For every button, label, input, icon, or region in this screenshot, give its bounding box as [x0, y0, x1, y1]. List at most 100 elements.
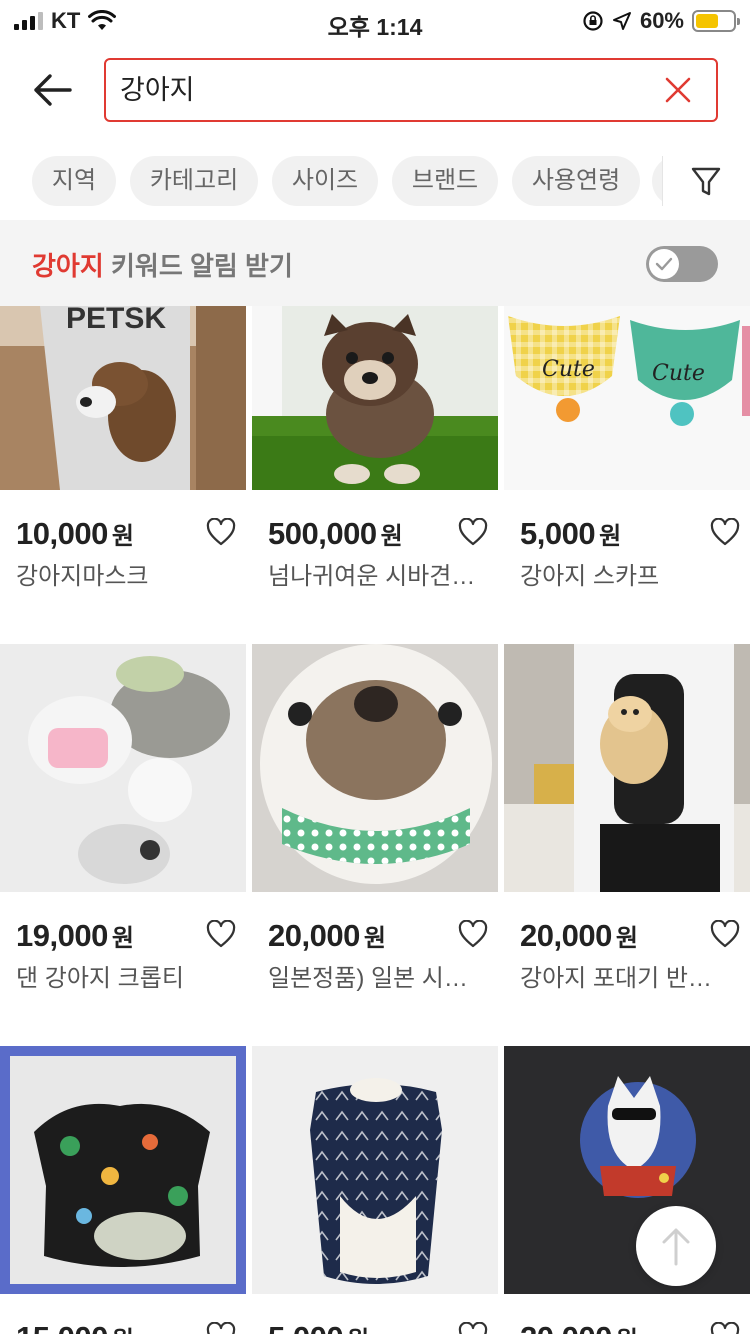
- petsk-logo-text: PETSK: [66, 306, 166, 335]
- price-row: 20,000 원: [268, 918, 386, 954]
- product-image[interactable]: [252, 306, 498, 490]
- price-row: 5,000 원: [268, 1320, 369, 1334]
- arrow-left-icon: [34, 74, 72, 106]
- product-price: 500,000: [268, 516, 377, 551]
- price-unit: 원: [363, 925, 386, 952]
- product-title: 강아지 포대기 반…: [520, 965, 712, 992]
- product-title: 일본정품) 일본 시…: [268, 965, 468, 992]
- scarf-text: Cute: [542, 357, 595, 382]
- product-photo: Cute Cute: [504, 306, 750, 490]
- chip-partial[interactable]: [652, 156, 662, 206]
- toggle-knob: [649, 249, 679, 279]
- heart-icon: [458, 517, 488, 546]
- product-title: 넘나귀여운 시바견…: [268, 563, 476, 590]
- like-button[interactable]: [458, 919, 488, 948]
- like-button[interactable]: [206, 919, 236, 948]
- price-unit: 원: [380, 523, 403, 550]
- product-image[interactable]: [252, 644, 498, 892]
- product-photo: [252, 306, 498, 490]
- price-row: 20,000 원: [520, 918, 638, 954]
- price-unit: 원: [615, 925, 638, 952]
- product-photo: [0, 1046, 246, 1294]
- heart-icon: [710, 1321, 740, 1334]
- price-row: 19,000 원: [16, 918, 134, 954]
- search-input[interactable]: [120, 60, 620, 120]
- product-title: 강아지마스크: [16, 563, 149, 590]
- product-image[interactable]: PETSK: [0, 306, 246, 490]
- chip-size[interactable]: 사이즈: [272, 156, 378, 206]
- heart-icon: [710, 517, 740, 546]
- price-unit: 원: [599, 523, 622, 550]
- product-price: 20,000: [520, 918, 612, 953]
- scarf-text: Cute: [652, 361, 705, 386]
- like-button[interactable]: [206, 1321, 236, 1334]
- chip-brand[interactable]: 브랜드: [392, 156, 498, 206]
- funnel-icon: [691, 167, 721, 196]
- product-title: 강아지 스카프: [520, 563, 660, 590]
- product-image[interactable]: [0, 1046, 246, 1294]
- product-photo: [504, 644, 750, 892]
- like-button[interactable]: [206, 517, 236, 546]
- heart-icon: [458, 1321, 488, 1334]
- price-row: 10,000 원: [16, 516, 134, 552]
- like-button[interactable]: [458, 517, 488, 546]
- filter-divider: [662, 156, 663, 206]
- search-box[interactable]: [104, 58, 718, 122]
- filter-chips: 지역 카테고리 사이즈 브랜드 사용연령: [0, 156, 662, 206]
- rotation-lock-icon: [583, 11, 603, 31]
- battery-percent: 60%: [639, 8, 684, 33]
- price-unit: 원: [616, 1320, 638, 1334]
- close-icon: [665, 77, 691, 103]
- price-row: 5,000 원: [520, 516, 621, 552]
- chip-region[interactable]: 지역: [32, 156, 116, 206]
- location-icon: [612, 12, 631, 30]
- product-price: 10,000: [16, 516, 108, 551]
- price-unit: 원: [347, 1320, 369, 1334]
- keyword-alert-toggle[interactable]: [646, 246, 718, 282]
- chip-age[interactable]: 사용연령: [512, 156, 640, 206]
- product-photo: [252, 644, 498, 892]
- price-unit: 원: [111, 925, 134, 952]
- price-unit: 원: [111, 523, 134, 550]
- product-image[interactable]: [0, 644, 246, 892]
- product-price: 19,000: [16, 918, 108, 953]
- like-button[interactable]: [710, 1321, 740, 1334]
- product-price: 15,000: [16, 1320, 108, 1334]
- like-button[interactable]: [710, 517, 740, 546]
- clear-search-button[interactable]: [662, 74, 694, 106]
- product-title: 댄 강아지 크롭티: [16, 965, 184, 992]
- status-bar: KT 오후 1:14 60%: [0, 0, 750, 40]
- product-photo: [252, 1046, 498, 1294]
- check-icon: [655, 257, 673, 271]
- like-button[interactable]: [710, 919, 740, 948]
- heart-icon: [710, 919, 740, 948]
- heart-icon: [206, 1321, 236, 1334]
- back-button[interactable]: [28, 66, 76, 114]
- keyword-alert-text: 강아지 키워드 알림 받기: [32, 246, 293, 283]
- product-price: 20,000: [268, 918, 360, 953]
- product-price: 20,000: [520, 1320, 612, 1334]
- heart-icon: [458, 919, 488, 948]
- price-row: 20,000 원: [520, 1320, 638, 1334]
- battery-icon: [692, 10, 740, 32]
- price-row: 15,000 원: [16, 1320, 134, 1334]
- alert-keyword: 강아지: [32, 251, 104, 281]
- product-photo: PETSK: [0, 306, 246, 490]
- filter-button[interactable]: [686, 164, 726, 200]
- like-button[interactable]: [458, 1321, 488, 1334]
- heart-icon: [206, 517, 236, 546]
- product-image[interactable]: [252, 1046, 498, 1294]
- heart-icon: [206, 919, 236, 948]
- arrow-up-icon: [662, 1228, 690, 1266]
- product-price: 5,000: [520, 516, 596, 551]
- alert-label: 키워드 알림 받기: [111, 251, 293, 281]
- price-unit: 원: [112, 1320, 134, 1334]
- product-image[interactable]: [504, 644, 750, 892]
- chip-category[interactable]: 카테고리: [130, 156, 258, 206]
- product-photo: [0, 644, 246, 892]
- scroll-top-button[interactable]: [636, 1206, 716, 1286]
- product-price: 5,000: [268, 1320, 344, 1334]
- keyword-alert-bar: 강아지 키워드 알림 받기: [0, 220, 750, 306]
- product-image[interactable]: Cute Cute: [504, 306, 750, 490]
- status-right: 60%: [582, 8, 740, 34]
